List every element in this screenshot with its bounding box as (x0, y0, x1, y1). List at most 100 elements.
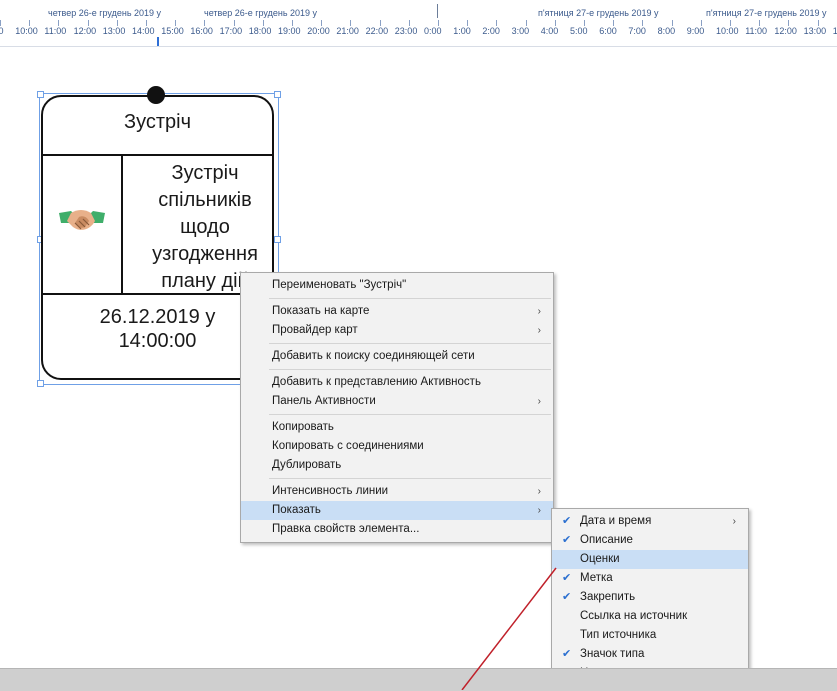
menu-item[interactable]: Показать › (241, 501, 553, 520)
ruler-tick (116, 20, 118, 26)
ruler-tick (613, 20, 615, 26)
ruler-hour-label: 5:00 (570, 26, 588, 36)
menu-separator (269, 478, 551, 479)
submenu-arrow-icon: › (537, 486, 541, 497)
ruler-hour-label: 9:00 (686, 26, 705, 36)
ruler-hour-label: 2:00 (482, 26, 500, 36)
ruler-day-label: п'ятниця 27-е грудень 2019 у (538, 8, 659, 18)
resize-handle[interactable] (274, 91, 281, 98)
menu-item-label: Ссылка на источник (580, 610, 688, 622)
resize-handle[interactable] (37, 380, 44, 387)
menu-item[interactable]: Копировать (241, 418, 553, 437)
ruler-tick (759, 20, 761, 26)
ruler-hour-label: 20:00 (307, 26, 330, 36)
ruler-tick (671, 20, 673, 26)
menu-item-label: Описание (580, 534, 633, 546)
menu-item-label: Оценки (580, 553, 620, 565)
show-submenu: ✔ Дата и время › ✔ Описание Оценки ✔ Метка ✔ Закр… (551, 508, 749, 687)
card-pin-dot[interactable] (147, 86, 165, 104)
menu-item[interactable]: ✔ Метка (552, 569, 748, 588)
ruler-hour-label: 10:00 (15, 26, 38, 36)
ruler-hour-label: 9:00 (0, 26, 4, 36)
timeline-ruler[interactable]: четвер 26-е грудень 2019 у четвер 26-е г… (0, 0, 837, 47)
ruler-tick (496, 20, 498, 26)
menu-item[interactable]: Показать на карте › (241, 302, 553, 321)
resize-handle[interactable] (274, 236, 281, 243)
menu-item-label: Метка (580, 572, 613, 584)
menu-item-label: Копировать с соединениями (272, 440, 424, 452)
ruler-tick (262, 20, 264, 26)
menu-item[interactable]: Правка свойств элемента... (241, 520, 553, 539)
ruler-tick (584, 20, 585, 26)
ruler-tick (642, 20, 644, 26)
menu-item[interactable]: ✔ Дата и время › (552, 512, 748, 531)
menu-item[interactable]: Добавить к представлению Активность (241, 373, 553, 392)
menu-separator (269, 298, 551, 299)
check-icon: ✔ (562, 515, 572, 527)
menu-item[interactable]: ✔ Закрепить (552, 588, 748, 607)
ruler-hour-label: 0:00 (424, 26, 442, 36)
ruler-tick (204, 20, 206, 26)
ruler-tick (438, 20, 439, 26)
ruler-hour-label: 3:00 (511, 26, 530, 36)
menu-item-label: Провайдер карт (272, 324, 358, 336)
ruler-tick (321, 20, 323, 26)
check-icon: ✔ (562, 591, 572, 603)
ruler-tick (292, 20, 293, 26)
menu-item[interactable]: Оценки (552, 550, 748, 569)
ruler-tick (58, 20, 60, 26)
ruler-day-label: п'ятниця 27-е грудень 2019 у (706, 8, 827, 18)
menu-item[interactable]: ✔ Описание (552, 531, 748, 550)
ruler-hour-label: 14:00 (132, 26, 155, 36)
ruler-hour-label: 17:00 (219, 26, 243, 36)
menu-item-label: Добавить к поиску соединяющей сети (272, 350, 475, 362)
card-datetime: 26.12.2019 у 14:00:00 (99, 306, 216, 352)
menu-item-label: Переименовать "Зустріч" (272, 279, 407, 291)
ruler-hour-label: 14:00 (832, 26, 837, 36)
menu-item[interactable]: Провайдер карт › (241, 321, 553, 340)
menu-item[interactable]: Ссылка на источник (552, 607, 748, 626)
bottom-scroll-bar[interactable] (0, 668, 837, 691)
resize-handle[interactable] (37, 91, 44, 98)
ruler-hour-label: 15:00 (161, 26, 184, 36)
ruler-tick (233, 20, 235, 26)
ruler-hour-label: 21:00 (336, 26, 359, 36)
menu-item[interactable]: Интенсивность линии › (241, 482, 553, 501)
ruler-day-label: четвер 26-е грудень 2019 у (48, 8, 162, 18)
ruler-hour-label: 13:00 (102, 26, 126, 36)
ruler-current-marker (157, 37, 159, 46)
menu-item[interactable]: Панель Активности › (241, 392, 553, 411)
menu-item-label: Показать (272, 504, 321, 516)
ruler-hour-label: 10:00 (716, 26, 739, 36)
menu-item-label: Панель Активности (272, 395, 376, 407)
ruler-hour-label: 4:00 (540, 26, 559, 36)
ruler-tick (408, 20, 410, 26)
ruler-hour-label: 13:00 (803, 26, 827, 36)
menu-separator (269, 343, 551, 344)
ruler-tick (29, 20, 31, 26)
menu-item[interactable]: Тип источника (552, 626, 748, 645)
menu-item-label: Тип источника (580, 629, 657, 641)
ruler-tick (175, 20, 177, 26)
menu-item-label: Правка свойств элемента... (272, 523, 420, 535)
ruler-hour-label: 7:00 (628, 26, 646, 36)
ruler-hour-label: 22:00 (365, 26, 389, 36)
ruler-tick (525, 20, 527, 26)
menu-item-label: Значок типа (580, 648, 645, 660)
ruler-day-label: четвер 26-е грудень 2019 у (204, 8, 318, 18)
menu-item-label: Интенсивность линии (272, 485, 389, 497)
ruler-tick (730, 20, 731, 26)
ruler-day-divider (437, 4, 438, 18)
ruler-tick (788, 20, 790, 26)
ruler-tick (467, 20, 469, 26)
ruler-tick (700, 20, 702, 26)
menu-item-label: Дублировать (272, 459, 342, 471)
menu-item[interactable]: ✔ Значок типа (552, 645, 748, 664)
menu-item[interactable]: Переименовать "Зустріч" (241, 276, 553, 295)
menu-item[interactable]: Дублировать (241, 456, 553, 475)
menu-item-label: Копировать (272, 421, 334, 433)
menu-item[interactable]: Копировать с соединениями (241, 437, 553, 456)
menu-item-label: Закрепить (580, 591, 636, 603)
card-divider (43, 154, 272, 156)
menu-item[interactable]: Добавить к поиску соединяющей сети (241, 347, 553, 366)
